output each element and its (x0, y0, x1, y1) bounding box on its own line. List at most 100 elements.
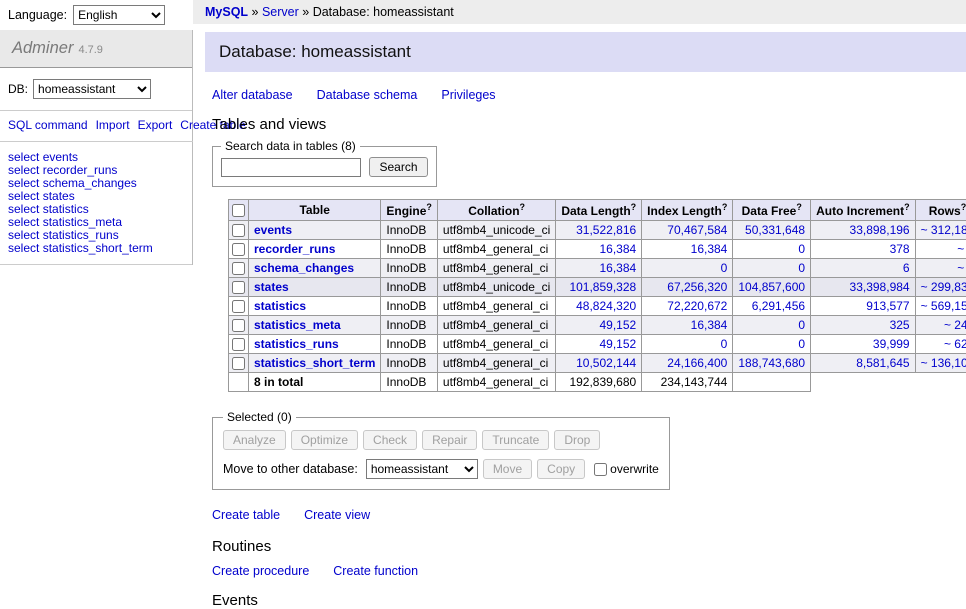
index-length-link-schema-changes[interactable]: 0 (721, 261, 728, 275)
row-checkbox-events[interactable] (232, 224, 245, 237)
auto-increment-link-recorder-runs[interactable]: 378 (890, 242, 910, 256)
rows-link-recorder-runs[interactable]: ~ 5 (957, 242, 966, 256)
table-name-link-states[interactable]: states (254, 280, 289, 294)
data-free-link-statistics-runs[interactable]: 0 (798, 337, 805, 351)
data-length-link-recorder-runs[interactable]: 16,384 (599, 242, 636, 256)
sidebar-action-export[interactable]: Export (138, 118, 173, 132)
table-link-statistics[interactable]: statistics (43, 202, 89, 216)
data-free-link-statistics[interactable]: 6,291,456 (752, 299, 805, 313)
table-name-link-schema-changes[interactable]: schema_changes (254, 261, 354, 275)
select-link-statistics[interactable]: select (8, 202, 39, 216)
adminer-logo-link[interactable]: Adminer (12, 39, 73, 58)
index-length-link-states[interactable]: 67,256,320 (667, 280, 727, 294)
table-name-link-statistics-runs[interactable]: statistics_runs (254, 337, 339, 351)
selected-action-repair[interactable]: Repair (422, 430, 477, 450)
select-all-checkbox[interactable] (232, 204, 245, 217)
table-link-schema-changes[interactable]: schema_changes (43, 176, 137, 190)
move-button[interactable]: Move (483, 459, 532, 479)
help-icon[interactable]: ? (904, 202, 910, 212)
data-length-link-statistics-runs[interactable]: 49,152 (599, 337, 636, 351)
table-name-link-statistics-meta[interactable]: statistics_meta (254, 318, 341, 332)
search-button[interactable]: Search (369, 157, 427, 177)
auto-increment-link-statistics-short-term[interactable]: 8,581,645 (856, 356, 909, 370)
help-icon[interactable]: ? (520, 202, 526, 212)
row-checkbox-statistics-short-term[interactable] (232, 357, 245, 370)
help-icon[interactable]: ? (796, 202, 802, 212)
index-length-link-events[interactable]: 70,467,584 (667, 223, 727, 237)
auto-increment-link-schema-changes[interactable]: 6 (903, 261, 910, 275)
help-icon[interactable]: ? (426, 202, 432, 212)
copy-button[interactable]: Copy (537, 459, 585, 479)
auto-increment-link-statistics-meta[interactable]: 325 (890, 318, 910, 332)
sidebar-action-import[interactable]: Import (96, 118, 130, 132)
data-length-link-schema-changes[interactable]: 16,384 (599, 261, 636, 275)
select-link-statistics-short-term[interactable]: select (8, 241, 39, 255)
selected-action-check[interactable]: Check (363, 430, 417, 450)
link-create-procedure[interactable]: Create procedure (212, 564, 309, 578)
language-select[interactable]: English (73, 5, 165, 25)
index-length-link-statistics[interactable]: 72,220,672 (667, 299, 727, 313)
table-link-events[interactable]: events (43, 150, 78, 164)
link-create-function[interactable]: Create function (333, 564, 418, 578)
auto-increment-link-events[interactable]: 33,898,196 (850, 223, 910, 237)
select-link-states[interactable]: select (8, 189, 39, 203)
rows-link-statistics[interactable]: ~ 569,159 (921, 299, 966, 313)
select-link-statistics-meta[interactable]: select (8, 215, 39, 229)
index-length-link-recorder-runs[interactable]: 16,384 (691, 242, 728, 256)
table-link-states[interactable]: states (43, 189, 75, 203)
help-icon[interactable]: ? (722, 202, 728, 212)
db-select[interactable]: homeassistant (33, 79, 151, 99)
selected-action-optimize[interactable]: Optimize (291, 430, 358, 450)
db-link-alter-database[interactable]: Alter database (212, 88, 293, 102)
rows-link-statistics-meta[interactable]: ~ 244 (944, 318, 966, 332)
data-free-link-recorder-runs[interactable]: 0 (798, 242, 805, 256)
select-link-schema-changes[interactable]: select (8, 176, 39, 190)
auto-increment-link-statistics-runs[interactable]: 39,999 (873, 337, 910, 351)
data-length-link-statistics[interactable]: 48,824,320 (576, 299, 636, 313)
table-name-link-recorder-runs[interactable]: recorder_runs (254, 242, 335, 256)
data-free-link-events[interactable]: 50,331,648 (745, 223, 805, 237)
link-create-view[interactable]: Create view (304, 508, 370, 522)
selected-action-truncate[interactable]: Truncate (482, 430, 549, 450)
row-checkbox-statistics-runs[interactable] (232, 338, 245, 351)
data-length-link-events[interactable]: 31,522,816 (576, 223, 636, 237)
rows-link-schema-changes[interactable]: ~ 3 (957, 261, 966, 275)
sidebar-action-sql-command[interactable]: SQL command (8, 118, 88, 132)
rows-link-events[interactable]: ~ 312,180 (921, 223, 966, 237)
help-icon[interactable]: ? (961, 202, 966, 212)
overwrite-checkbox[interactable] (594, 463, 607, 476)
row-checkbox-states[interactable] (232, 281, 245, 294)
index-length-link-statistics-runs[interactable]: 0 (721, 337, 728, 351)
table-link-statistics-meta[interactable]: statistics_meta (43, 215, 122, 229)
table-link-recorder-runs[interactable]: recorder_runs (43, 163, 118, 177)
table-link-statistics-short-term[interactable]: statistics_short_term (43, 241, 153, 255)
data-length-link-statistics-meta[interactable]: 49,152 (599, 318, 636, 332)
data-free-link-statistics-meta[interactable]: 0 (798, 318, 805, 332)
table-name-link-statistics-short-term[interactable]: statistics_short_term (254, 356, 375, 370)
data-length-link-states[interactable]: 101,859,328 (569, 280, 636, 294)
table-name-link-statistics[interactable]: statistics (254, 299, 306, 313)
link-create-table[interactable]: Create table (212, 508, 280, 522)
help-icon[interactable]: ? (631, 202, 637, 212)
breadcrumb-link-server[interactable]: Server (262, 5, 299, 19)
index-length-link-statistics-meta[interactable]: 16,384 (691, 318, 728, 332)
data-length-link-statistics-short-term[interactable]: 10,502,144 (576, 356, 636, 370)
select-link-recorder-runs[interactable]: select (8, 163, 39, 177)
row-checkbox-schema-changes[interactable] (232, 262, 245, 275)
breadcrumb-link-mysql[interactable]: MySQL (205, 5, 248, 19)
select-link-statistics-runs[interactable]: select (8, 228, 39, 242)
db-link-database-schema[interactable]: Database schema (317, 88, 418, 102)
rows-link-statistics-short-term[interactable]: ~ 136,108 (921, 356, 966, 370)
row-checkbox-statistics-meta[interactable] (232, 319, 245, 332)
selected-action-analyze[interactable]: Analyze (223, 430, 286, 450)
db-link-privileges[interactable]: Privileges (441, 88, 495, 102)
select-link-events[interactable]: select (8, 150, 39, 164)
search-input[interactable] (221, 158, 361, 177)
rows-link-states[interactable]: ~ 299,833 (921, 280, 966, 294)
rows-link-statistics-runs[interactable]: ~ 628 (944, 337, 966, 351)
table-link-statistics-runs[interactable]: statistics_runs (43, 228, 119, 242)
auto-increment-link-states[interactable]: 33,398,984 (850, 280, 910, 294)
row-checkbox-recorder-runs[interactable] (232, 243, 245, 256)
row-checkbox-statistics[interactable] (232, 300, 245, 313)
selected-action-drop[interactable]: Drop (554, 430, 600, 450)
